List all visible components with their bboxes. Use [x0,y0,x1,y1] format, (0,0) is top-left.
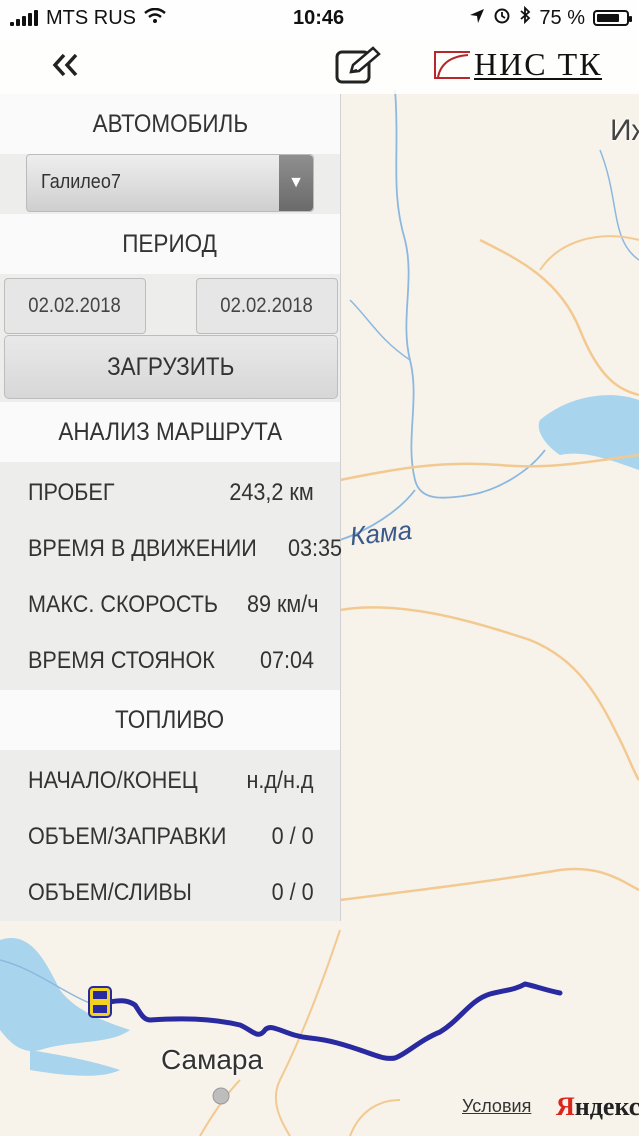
period-section-header: ПЕРИОД [0,214,340,274]
load-button[interactable]: ЗАГРУЗИТЬ [4,335,338,399]
fuel-row-drains: ОБЪЕМ/СЛИВЫ 0 / 0 [28,879,314,906]
map-provider-logo: Яндекс [556,1092,639,1121]
fuel-section-header: ТОПЛИВО [0,690,340,750]
logo-mark-icon [434,51,470,79]
date-from-field[interactable]: 02.02.2018 [4,278,146,334]
vehicle-marker-icon[interactable] [88,986,112,1018]
status-bar: MTS RUS 10:46 75 % [0,0,639,36]
carrier-name: MTS RUS [46,6,136,29]
fuel-row-refills: ОБЪЕМ/ЗАПРАВКИ 0 / 0 [28,823,314,850]
clock: 10:46 [293,6,345,29]
dropdown-arrow-icon[interactable]: ▼ [279,155,313,211]
battery-percent: 75 % [539,6,585,29]
bluetooth-icon [519,5,531,30]
stat-row-mileage: ПРОБЕГ 243,2 км [28,479,314,506]
vehicle-select[interactable]: Галилео7 ▼ [26,154,314,212]
vehicle-section-header: АВТОМОБИЛЬ [0,94,340,154]
city-label: Самара [161,1044,264,1075]
edit-icon[interactable] [335,46,381,86]
route-analysis-panel: АВТОМОБИЛЬ Галилео7 ▼ ПЕРИОД 02.02.2018 … [0,94,343,921]
partial-place-label: Иж [610,114,639,147]
location-icon [469,7,485,30]
company-logo: НИС ТК [434,48,603,80]
analysis-section-header: АНАЛИЗ МАРШРУТА [0,402,340,462]
alarm-icon [493,6,511,30]
stat-row-parking-time: ВРЕМЯ СТОЯНОК 07:04 [28,647,314,674]
signal-icon [10,10,38,26]
wifi-icon [144,7,166,29]
date-to-field[interactable]: 02.02.2018 [196,278,338,334]
river-label: Кама [348,514,414,552]
terms-link[interactable]: Условия [462,1096,531,1117]
stat-row-max-speed: МАКС. СКОРОСТЬ 89 км/ч [28,591,319,618]
double-chevron-left-icon[interactable] [50,50,80,83]
vehicle-select-value: Галилео7 [41,171,121,193]
stat-row-moving-time: ВРЕМЯ В ДВИЖЕНИИ 03:35 [28,535,343,562]
app-bar: НИС ТК [0,36,639,94]
battery-icon [593,10,632,26]
fuel-row-start-end: НАЧАЛО/КОНЕЦ н.д/н.д [28,767,314,794]
